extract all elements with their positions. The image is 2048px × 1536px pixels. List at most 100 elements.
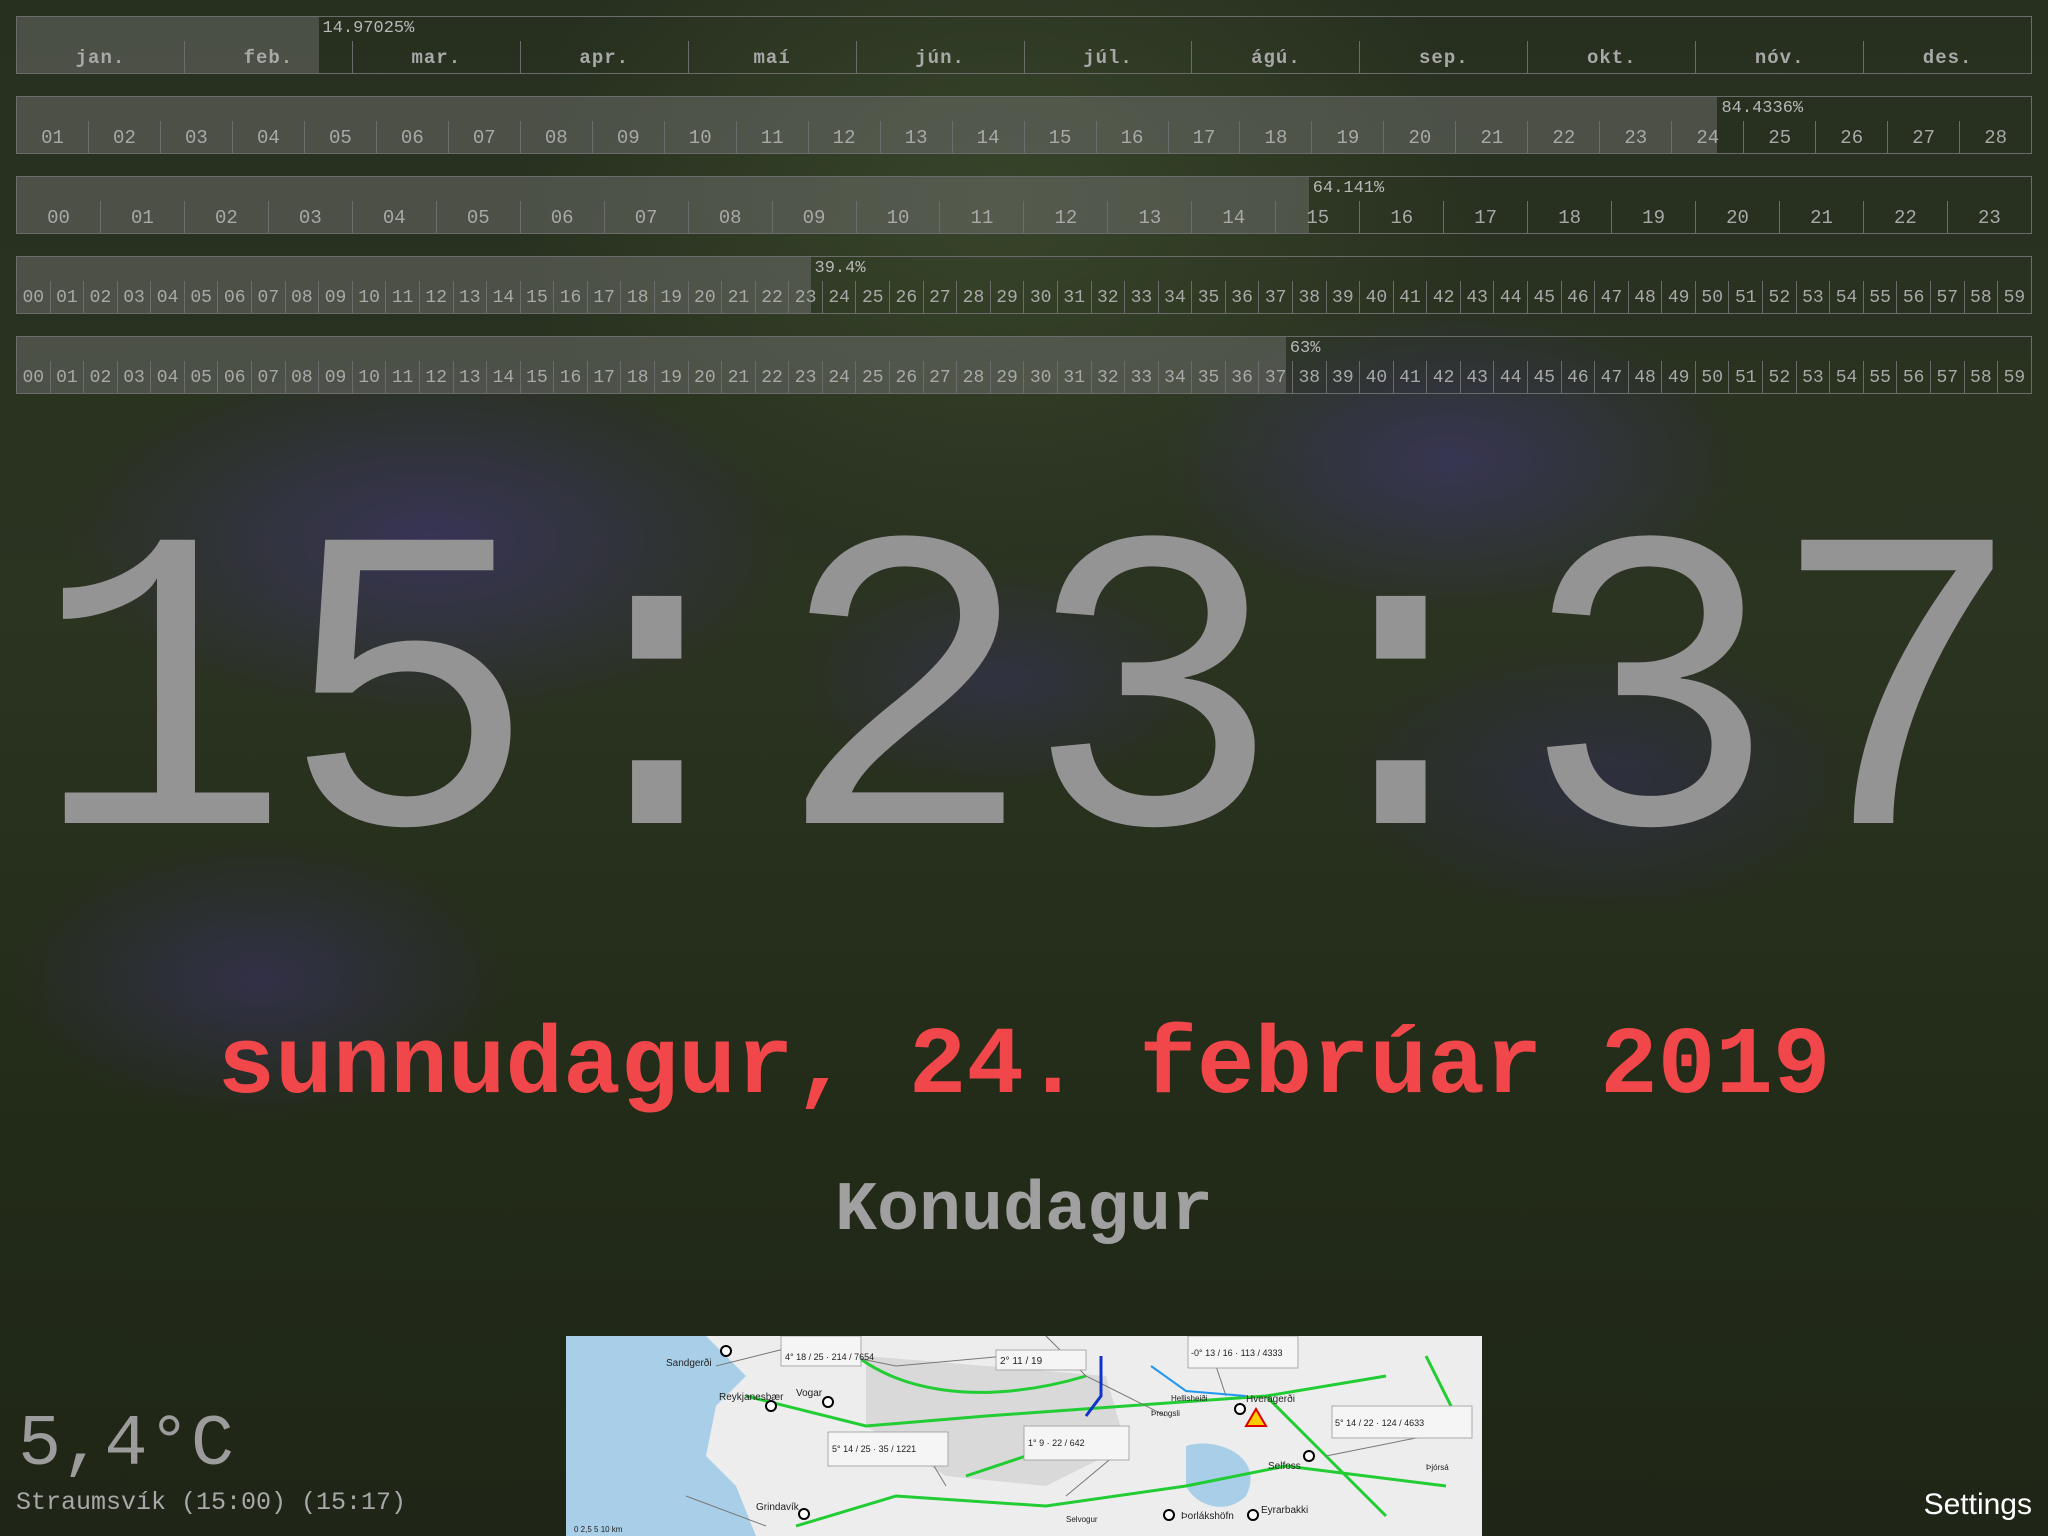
day-cell: 00	[47, 207, 70, 229]
hour-cell: 57	[1929, 281, 1964, 313]
hour-progress-percent: 39.4%	[814, 259, 866, 278]
minute-cell: 03	[116, 361, 151, 393]
minute-cell: 33	[1124, 361, 1158, 393]
day-cell: 07	[603, 201, 688, 233]
hour-cell: 32	[1090, 281, 1125, 313]
minute-cell: 36	[1224, 361, 1259, 393]
hour-cell: 25	[855, 281, 889, 313]
minute-cell: 28	[956, 361, 990, 393]
minute-cell: 04	[150, 361, 184, 393]
day-progress-bar: 64.141% 00 01 02 03 04 05 06 07 08 09 10 11 12 13 14 15…	[16, 176, 2032, 234]
hour-cell: 55	[1862, 281, 1897, 313]
hour-cell: 31	[1056, 281, 1091, 313]
year-cell: jún.	[855, 41, 1024, 73]
weather-station: Straumsvík (15:00) (15:17)	[16, 1488, 407, 1517]
hour-cell: 30	[1023, 281, 1057, 313]
month-cell: 23	[1599, 121, 1671, 153]
minute-cell: 48	[1627, 361, 1662, 393]
minute-cell: 52	[1762, 361, 1796, 393]
hour-cell: 35	[1191, 281, 1225, 313]
minute-cell: 12	[418, 361, 453, 393]
hour-cell: 23	[788, 281, 822, 313]
day-cell: 14	[1191, 201, 1275, 233]
minute-cell: 06	[217, 361, 251, 393]
map-place-label: Hveragerði	[1246, 1393, 1295, 1405]
day-cell: 10	[855, 201, 940, 233]
minute-cell: 11	[385, 361, 419, 393]
day-cell: 17	[1443, 201, 1527, 233]
hour-cell: 07	[251, 281, 285, 313]
hour-cell: 34	[1157, 281, 1192, 313]
day-cell: 08	[687, 201, 772, 233]
day-cell: 11	[939, 201, 1023, 233]
minute-cell: 20	[687, 361, 722, 393]
month-cell: 05	[303, 121, 376, 153]
minute-cell: 15	[519, 361, 554, 393]
minute-cell: 47	[1594, 361, 1628, 393]
hour-cell: 46	[1560, 281, 1595, 313]
minute-cell: 50	[1694, 361, 1729, 393]
hour-cell: 59	[1997, 281, 2031, 313]
minute-cell: 59	[1997, 361, 2031, 393]
clock-time: 15:23:37	[31, 466, 2026, 953]
map-scale: 0 2,5 5 10 km	[574, 1525, 623, 1534]
minute-cell: 46	[1560, 361, 1595, 393]
year-cell: apr.	[519, 41, 688, 73]
map-station-label: 1° 9 · 22 / 642	[1028, 1438, 1085, 1448]
minute-cell: 19	[653, 361, 688, 393]
hour-cell: 02	[83, 281, 117, 313]
year-cell: okt.	[1527, 41, 1695, 73]
hour-cell: 03	[116, 281, 151, 313]
map-station-label: 5° 14 / 25 · 35 / 1221	[832, 1444, 916, 1454]
road-conditions-map[interactable]: Sandgerði Reykjanesbær Vogar Grindavík H…	[566, 1336, 1482, 1536]
map-place-label: Þrengsli	[1151, 1409, 1180, 1418]
hour-cell: 29	[989, 281, 1024, 313]
minute-cell: 29	[989, 361, 1024, 393]
hour-cell: 21	[721, 281, 755, 313]
minute-cell: 40	[1359, 361, 1393, 393]
hour-cell: 58	[1963, 281, 1998, 313]
hour-cell: 56	[1896, 281, 1930, 313]
map-station-label: 5° 14 / 22 · 124 / 4633	[1335, 1418, 1424, 1428]
hour-cell: 15	[519, 281, 554, 313]
hour-cell: 06	[217, 281, 251, 313]
map-station-label: 4° 18 / 25 · 214 / 7654	[785, 1352, 874, 1362]
hour-cell: 28	[956, 281, 990, 313]
month-cell: 20	[1383, 121, 1455, 153]
minute-cell: 05	[183, 361, 218, 393]
hour-cell: 22	[754, 281, 789, 313]
minute-cell: 08	[284, 361, 319, 393]
month-cell: 16	[1095, 121, 1168, 153]
minute-cell: 25	[855, 361, 889, 393]
settings-button[interactable]: Settings	[1924, 1488, 2032, 1522]
month-cell: 15	[1023, 121, 1096, 153]
hour-minute-cells: 00 01 02 03 04 05 06 07 08 09 10 11 12 13 14 15 16 17 18 19…	[17, 281, 2031, 313]
month-cell: 01	[41, 127, 64, 149]
day-cell: 04	[351, 201, 436, 233]
minute-cell: 41	[1392, 361, 1427, 393]
month-cell: 19	[1311, 121, 1383, 153]
hour-cell: 45	[1527, 281, 1561, 313]
hour-cell: 26	[889, 281, 923, 313]
minute-cell: 01	[49, 361, 84, 393]
day-hour-cells: 00 01 02 03 04 05 06 07 08 09 10 11 12 13 14 15 16 17 18 19…	[17, 201, 2031, 233]
hour-cell: 19	[653, 281, 688, 313]
month-day-cells: 01 02 03 04 05 06 07 08 09 10 11 12 13 14 15 16 17 18 19 20…	[17, 121, 2031, 153]
minute-cell: 58	[1963, 361, 1998, 393]
map-station-label: 2° 11 / 19	[1000, 1356, 1043, 1367]
hour-cell: 11	[385, 281, 419, 313]
map-place-label: Grindavík	[756, 1502, 800, 1513]
hour-cell: 00	[22, 288, 45, 308]
minute-cell: 14	[486, 361, 520, 393]
day-cell: 20	[1695, 201, 1779, 233]
minute-cell: 39	[1325, 361, 1360, 393]
month-cell: 22	[1527, 121, 1599, 153]
year-cell: jan.	[75, 47, 126, 69]
day-cell: 23	[1946, 201, 2031, 233]
minute-cell: 22	[754, 361, 789, 393]
minute-cell: 16	[553, 361, 587, 393]
day-cell: 05	[435, 201, 520, 233]
hour-cell: 44	[1493, 281, 1527, 313]
holiday-name: Konudagur	[834, 1172, 1214, 1251]
minute-cell: 49	[1661, 361, 1695, 393]
